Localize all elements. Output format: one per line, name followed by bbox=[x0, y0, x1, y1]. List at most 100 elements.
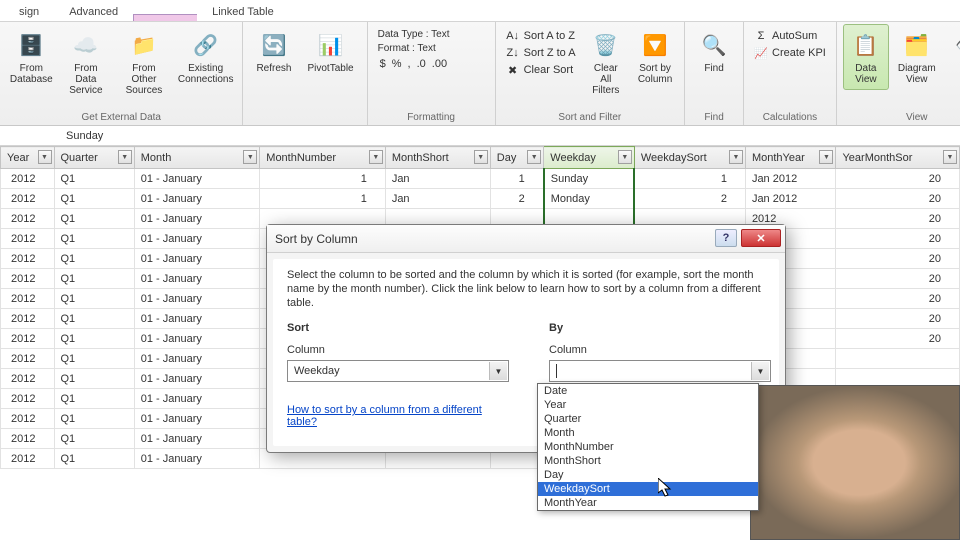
cell[interactable]: 1 bbox=[634, 169, 745, 189]
cell[interactable]: 01 - January bbox=[134, 369, 260, 389]
cell[interactable]: Jan bbox=[385, 169, 490, 189]
cell[interactable]: 2012 bbox=[1, 309, 55, 329]
cell[interactable]: 20 bbox=[836, 269, 960, 289]
percent-icon[interactable]: % bbox=[392, 58, 402, 70]
cell[interactable]: 01 - January bbox=[134, 169, 260, 189]
cell[interactable]: 01 - January bbox=[134, 309, 260, 329]
dropdown-option[interactable]: Year bbox=[538, 398, 758, 412]
cell[interactable]: 2012 bbox=[1, 229, 55, 249]
dropdown-option[interactable]: MonthNumber bbox=[538, 440, 758, 454]
cell[interactable]: Q1 bbox=[54, 429, 134, 449]
cell[interactable]: 01 - January bbox=[134, 389, 260, 409]
filter-dropdown-icon[interactable]: ▼ bbox=[527, 150, 541, 164]
autosum-button[interactable]: ΣAutoSum bbox=[750, 28, 830, 44]
column-header[interactable]: YearMonthSor▼ bbox=[836, 147, 960, 169]
dropdown-option[interactable]: MonthShort bbox=[538, 454, 758, 468]
cell[interactable]: 1 bbox=[260, 169, 386, 189]
show-hidden-button[interactable]: 👁️Sh Hid bbox=[945, 24, 960, 90]
cell[interactable]: 2012 bbox=[1, 269, 55, 289]
data-view-button[interactable]: 📋Data View bbox=[843, 24, 889, 90]
cell[interactable]: 20 bbox=[836, 209, 960, 229]
help-link[interactable]: How to sort by a column from a different… bbox=[287, 404, 509, 428]
from-other-sources-button[interactable]: 📁From Other Sources bbox=[115, 24, 173, 101]
sort-za-button[interactable]: Z↓Sort Z to A bbox=[502, 45, 580, 61]
cell[interactable]: Monday bbox=[544, 189, 635, 209]
find-button[interactable]: 🔍Find bbox=[691, 24, 737, 79]
cell[interactable]: 2012 bbox=[1, 389, 55, 409]
from-database-button[interactable]: 🗄️From Database bbox=[6, 24, 57, 101]
cell[interactable]: 20 bbox=[836, 229, 960, 249]
filter-dropdown-icon[interactable]: ▼ bbox=[943, 150, 957, 164]
cell[interactable]: Sunday bbox=[544, 169, 635, 189]
cell[interactable]: 01 - January bbox=[134, 449, 260, 469]
table-row[interactable]: 2012Q101 - January1Jan1Sunday1Jan 201220 bbox=[1, 169, 960, 189]
filter-dropdown-icon[interactable]: ▼ bbox=[618, 150, 632, 164]
dropdown-option[interactable]: Date bbox=[538, 384, 758, 398]
column-header[interactable]: Year▼ bbox=[1, 147, 55, 169]
cell[interactable]: 01 - January bbox=[134, 349, 260, 369]
dropdown-option[interactable]: Month bbox=[538, 426, 758, 440]
cell[interactable]: Q1 bbox=[54, 329, 134, 349]
cell[interactable]: Q1 bbox=[54, 349, 134, 369]
cell[interactable]: 20 bbox=[836, 249, 960, 269]
cell[interactable]: Q1 bbox=[54, 449, 134, 469]
cell[interactable]: 20 bbox=[836, 309, 960, 329]
cell[interactable]: 01 - January bbox=[134, 249, 260, 269]
cell[interactable]: 2012 bbox=[1, 329, 55, 349]
cell[interactable]: 2012 bbox=[1, 369, 55, 389]
cell[interactable]: 1 bbox=[260, 189, 386, 209]
table-row[interactable]: 2012Q101 - January1Jan2Monday2Jan 201220 bbox=[1, 189, 960, 209]
cell[interactable]: Q1 bbox=[54, 389, 134, 409]
cell[interactable]: Q1 bbox=[54, 229, 134, 249]
clear-all-filters-button[interactable]: 🗑️Clear All Filters bbox=[582, 24, 630, 101]
existing-connections-button[interactable]: 🔗Existing Connections bbox=[175, 24, 237, 101]
increase-decimal-icon[interactable]: .0 bbox=[417, 58, 426, 70]
tab-advanced[interactable]: Advanced bbox=[54, 2, 133, 21]
cell[interactable]: 2012 bbox=[1, 349, 55, 369]
filter-dropdown-icon[interactable]: ▼ bbox=[729, 150, 743, 164]
refresh-button[interactable]: 🔄Refresh bbox=[249, 24, 298, 79]
help-button[interactable]: ? bbox=[715, 229, 737, 247]
cell[interactable]: 01 - January bbox=[134, 229, 260, 249]
cell[interactable]: 01 - January bbox=[134, 429, 260, 449]
filter-dropdown-icon[interactable]: ▼ bbox=[819, 150, 833, 164]
comma-icon[interactable]: , bbox=[408, 58, 411, 70]
cell[interactable]: 2012 bbox=[1, 429, 55, 449]
cell[interactable]: 2 bbox=[490, 189, 544, 209]
cell[interactable]: 2012 bbox=[1, 189, 55, 209]
cell[interactable]: 2 bbox=[634, 189, 745, 209]
create-kpi-button[interactable]: 📈Create KPI bbox=[750, 45, 830, 61]
currency-icon[interactable]: $ bbox=[380, 58, 386, 70]
cell[interactable]: 01 - January bbox=[134, 209, 260, 229]
from-data-service-button[interactable]: ☁️From Data Service bbox=[59, 24, 113, 101]
sort-az-button[interactable]: A↓Sort A to Z bbox=[502, 28, 580, 44]
diagram-view-button[interactable]: 🗂️Diagram View bbox=[891, 24, 943, 90]
cell[interactable]: Jan 2012 bbox=[745, 189, 836, 209]
column-header[interactable]: MonthShort▼ bbox=[385, 147, 490, 169]
decrease-decimal-icon[interactable]: .00 bbox=[432, 58, 447, 70]
cell[interactable]: Q1 bbox=[54, 269, 134, 289]
column-header[interactable]: MonthNumber▼ bbox=[260, 147, 386, 169]
dropdown-option[interactable]: WeekdaySort bbox=[538, 482, 758, 496]
cell[interactable]: Jan 2012 bbox=[745, 169, 836, 189]
filter-dropdown-icon[interactable]: ▼ bbox=[38, 150, 52, 164]
cell[interactable]: 2012 bbox=[1, 449, 55, 469]
data-type-label[interactable]: Data Type : Text bbox=[374, 28, 454, 41]
cell[interactable]: 01 - January bbox=[134, 329, 260, 349]
cell[interactable]: Q1 bbox=[54, 249, 134, 269]
filter-dropdown-icon[interactable]: ▼ bbox=[369, 150, 383, 164]
close-button[interactable]: ✕ bbox=[741, 229, 781, 247]
cell[interactable]: 2012 bbox=[1, 249, 55, 269]
column-header[interactable]: Day▼ bbox=[490, 147, 544, 169]
cell[interactable]: 01 - January bbox=[134, 269, 260, 289]
cell[interactable]: 01 - January bbox=[134, 189, 260, 209]
cell[interactable]: 2012 bbox=[1, 209, 55, 229]
dropdown-option[interactable]: MonthYear bbox=[538, 496, 758, 510]
dialog-titlebar[interactable]: Sort by Column ? ✕ bbox=[267, 225, 785, 253]
column-header[interactable]: Month▼ bbox=[134, 147, 260, 169]
dropdown-option[interactable]: Day bbox=[538, 468, 758, 482]
cell[interactable]: 2012 bbox=[1, 289, 55, 309]
cell[interactable]: 2012 bbox=[1, 169, 55, 189]
cell[interactable]: 01 - January bbox=[134, 289, 260, 309]
filter-dropdown-icon[interactable]: ▼ bbox=[118, 150, 132, 164]
